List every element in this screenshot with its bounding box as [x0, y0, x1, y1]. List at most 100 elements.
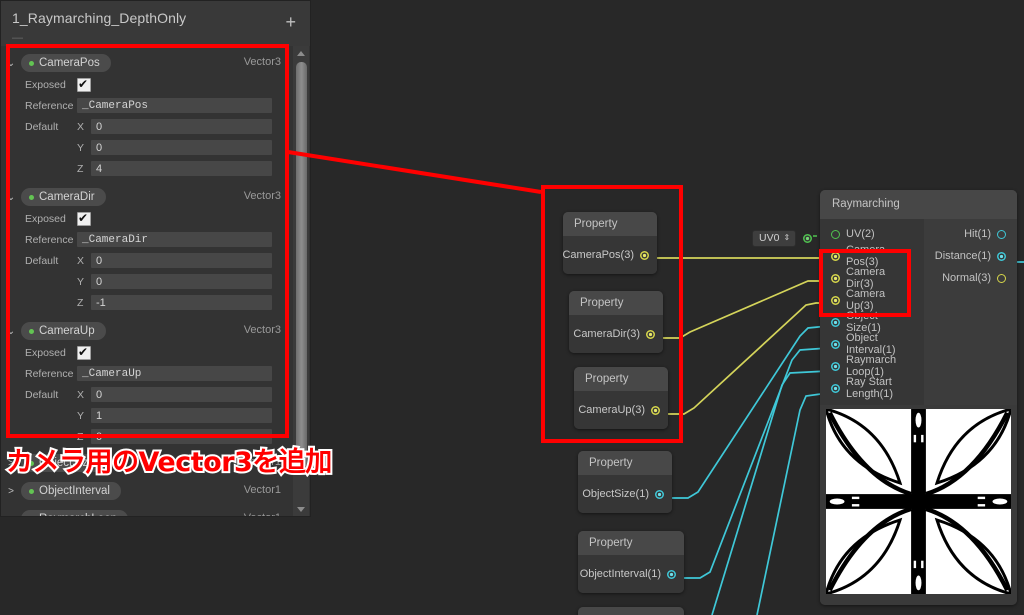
axis-y-label: Y: [77, 409, 85, 422]
default-y-input[interactable]: 1: [91, 408, 272, 423]
default-x-input[interactable]: 0: [91, 387, 272, 402]
exposed-field[interactable]: Exposed: [1, 74, 292, 95]
output-row[interactable]: CameraDir(3): [569, 328, 663, 340]
default-x-input[interactable]: 0: [91, 119, 272, 134]
raymarching-node[interactable]: Raymarching UV(2) Camera Pos(3) Camera D…: [820, 190, 1017, 605]
property-pill[interactable]: RaymarchLoop: [21, 510, 128, 516]
axis-x-label: X: [77, 254, 85, 267]
input-port-uv[interactable]: UV(2): [820, 223, 924, 245]
port-cyan-icon[interactable]: [831, 317, 840, 327]
output-port-cyan-icon[interactable]: [667, 569, 676, 579]
raymarching-inputs: UV(2) Camera Pos(3) Camera Dir(3) Camera…: [820, 219, 924, 405]
scroll-up-arrow-icon[interactable]: [293, 46, 309, 60]
reference-field[interactable]: Reference _CameraPos: [1, 95, 292, 116]
output-row[interactable]: ObjectInterval(1): [578, 568, 684, 580]
port-cyan-icon[interactable]: [831, 339, 840, 349]
exposed-field[interactable]: Exposed: [1, 208, 292, 229]
property-row-cameraup[interactable]: ⌄ CameraUp Vector3: [1, 320, 292, 342]
output-port-cyan-icon[interactable]: [655, 489, 664, 499]
node-preview[interactable]: [820, 405, 1017, 605]
axis-z-label: Z: [77, 162, 84, 175]
reference-field[interactable]: Reference _CameraUp: [1, 363, 292, 384]
property-type: Vector3: [243, 324, 281, 336]
input-port-camera-up[interactable]: Camera Up(3): [820, 288, 924, 312]
property-node-camerapos[interactable]: Property CameraPos(3): [563, 212, 657, 274]
expander-icon[interactable]: ⌄: [1, 58, 21, 69]
property-row-raymarchloop[interactable]: > RaymarchLoop Vector1: [1, 508, 292, 516]
property-row-camerapos[interactable]: ⌄ CameraPos Vector3: [1, 52, 292, 74]
output-port-distance[interactable]: Distance(1): [924, 245, 1017, 267]
default-y-field[interactable]: Y 0: [1, 271, 292, 292]
exposed-checkbox[interactable]: [77, 210, 91, 226]
default-x-field[interactable]: Default X 0: [1, 250, 292, 271]
add-property-button[interactable]: +: [285, 13, 296, 31]
port-green-icon[interactable]: [831, 229, 840, 239]
default-z-input[interactable]: 4: [91, 161, 272, 176]
property-row-objectinterval[interactable]: > ObjectInterval Vector1: [1, 480, 292, 502]
port-label: Normal(3): [942, 272, 991, 284]
output-row[interactable]: CameraPos(3): [563, 249, 657, 261]
port-yellow-icon[interactable]: [831, 251, 840, 261]
property-row-cameradir[interactable]: ⌄ CameraDir Vector3: [1, 186, 292, 208]
port-cyan-icon[interactable]: [831, 361, 840, 371]
property-pill[interactable]: CameraUp: [21, 322, 106, 340]
input-port-object-size[interactable]: Object Size(1): [820, 310, 924, 334]
reference-input[interactable]: _CameraUp: [77, 366, 272, 381]
graph-title: 1_Raymarching_DepthOnly: [12, 10, 187, 26]
output-port-yellow-icon[interactable]: [651, 405, 660, 415]
property-pill[interactable]: CameraPos: [21, 54, 111, 72]
property-name: ObjectInterval: [39, 485, 110, 497]
input-port-object-interval[interactable]: Object Interval(1): [820, 332, 924, 356]
port-yellow-icon[interactable]: [831, 295, 840, 305]
output-row[interactable]: ObjectSize(1): [578, 488, 672, 500]
property-pill[interactable]: CameraDir: [21, 188, 106, 206]
uv-channel-node[interactable]: UV0 ⇕: [752, 230, 813, 247]
expander-icon[interactable]: ⌄: [1, 192, 21, 203]
expander-icon[interactable]: >: [1, 514, 21, 517]
default-x-field[interactable]: Default X 0: [1, 116, 292, 137]
default-z-input[interactable]: -1: [91, 295, 272, 310]
port-cyan-icon[interactable]: [997, 251, 1006, 261]
default-y-field[interactable]: Y 1: [1, 405, 292, 426]
reference-input[interactable]: _CameraPos: [77, 98, 272, 113]
output-port-yellow-icon[interactable]: [640, 250, 649, 260]
input-port-camera-dir[interactable]: Camera Dir(3): [820, 266, 924, 290]
property-node-partial[interactable]: [578, 607, 684, 615]
property-node-cameradir[interactable]: Property CameraDir(3): [569, 291, 663, 353]
expander-icon[interactable]: ⌄: [1, 326, 21, 337]
default-x-input[interactable]: 0: [91, 253, 272, 268]
port-yellow-icon[interactable]: [831, 273, 840, 283]
input-port-raymarch-loop[interactable]: Raymarch Loop(1): [820, 354, 924, 378]
property-node-cameraup[interactable]: Property CameraUp(3): [574, 367, 668, 429]
default-y-input[interactable]: 0: [91, 274, 272, 289]
reference-input[interactable]: _CameraDir: [77, 232, 272, 247]
property-node-objectsize[interactable]: Property ObjectSize(1): [578, 451, 672, 513]
input-port-ray-start-length[interactable]: Ray Start Length(1): [820, 376, 924, 400]
scroll-down-arrow-icon[interactable]: [293, 502, 309, 516]
default-z-field[interactable]: Z 4: [1, 158, 292, 179]
port-cyan-icon[interactable]: [997, 229, 1006, 239]
output-port-normal[interactable]: Normal(3): [924, 267, 1017, 289]
output-port-hit[interactable]: Hit(1): [924, 223, 1017, 245]
reference-field[interactable]: Reference _CameraDir: [1, 229, 292, 250]
exposed-field[interactable]: Exposed: [1, 342, 292, 363]
scrollbar-thumb[interactable]: [296, 62, 307, 468]
input-port-camera-pos[interactable]: Camera Pos(3): [820, 244, 924, 268]
output-port-yellow-icon[interactable]: [646, 329, 655, 339]
uv-output-port-icon[interactable]: [803, 234, 813, 243]
uv-dropdown[interactable]: UV0 ⇕: [752, 230, 797, 247]
default-y-input[interactable]: 0: [91, 140, 272, 155]
default-x-field[interactable]: Default X 0: [1, 384, 292, 405]
output-row[interactable]: CameraUp(3): [574, 404, 668, 416]
port-cyan-icon[interactable]: [831, 383, 840, 393]
exposed-checkbox[interactable]: [77, 344, 91, 360]
property-pill[interactable]: ObjectInterval: [21, 482, 121, 500]
port-yellow-icon[interactable]: [997, 273, 1006, 283]
default-z-field[interactable]: Z -1: [1, 292, 292, 313]
node-title: Raymarching: [820, 190, 1017, 219]
exposed-checkbox[interactable]: [77, 76, 91, 92]
default-y-field[interactable]: Y 0: [1, 137, 292, 158]
property-name: RaymarchLoop: [39, 513, 117, 516]
property-node-objectinterval[interactable]: Property ObjectInterval(1): [578, 531, 684, 593]
expander-icon[interactable]: >: [1, 486, 21, 497]
